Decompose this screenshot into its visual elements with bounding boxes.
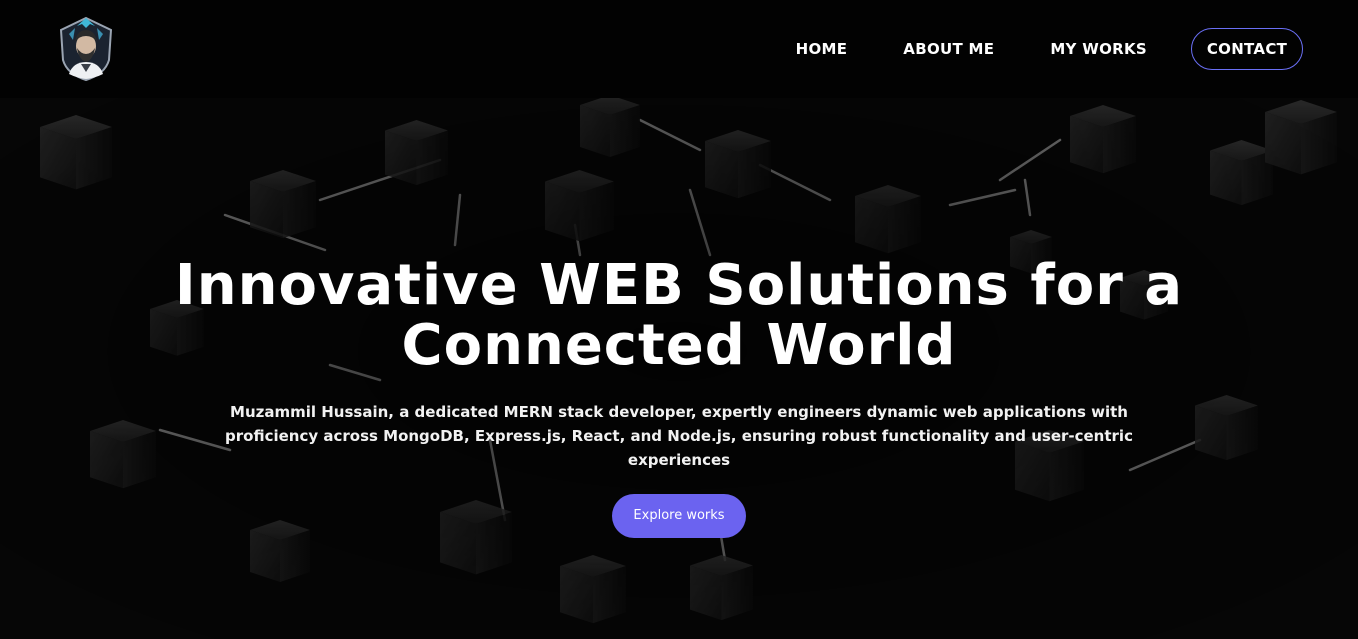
main-navigation: HOME ABOUT ME MY WORKS CONTACT (796, 28, 1303, 70)
nav-home-link[interactable]: HOME (796, 40, 848, 58)
site-header: HOME ABOUT ME MY WORKS CONTACT (0, 0, 1358, 98)
developer-avatar-logo-icon[interactable] (55, 16, 117, 82)
nav-about-link[interactable]: ABOUT ME (903, 40, 994, 58)
hero-title: Innovative WEB Solutions for a Connected… (174, 253, 1184, 378)
nav-works-link[interactable]: MY WORKS (1050, 40, 1147, 58)
hero-section: Innovative WEB Solutions for a Connected… (0, 256, 1358, 538)
hero-subtitle: Muzammil Hussain, a dedicated MERN stack… (225, 403, 1133, 469)
contact-button[interactable]: CONTACT (1191, 28, 1303, 70)
page: HOME ABOUT ME MY WORKS CONTACT Innovativ… (0, 0, 1358, 639)
explore-works-button[interactable]: Explore works (612, 494, 746, 538)
